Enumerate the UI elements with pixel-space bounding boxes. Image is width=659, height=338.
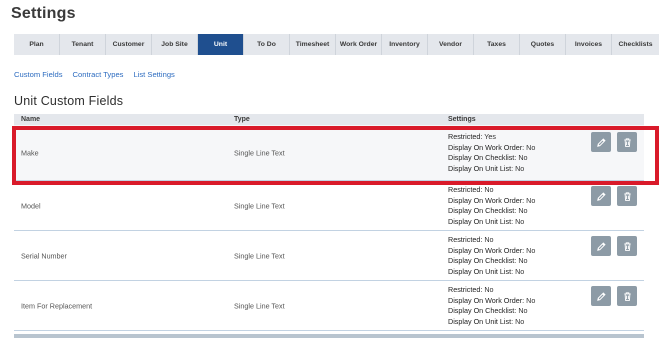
pencil-icon (596, 137, 606, 147)
tab-checklists[interactable]: Checklists (612, 34, 659, 55)
table-row: Make Single Line Text Restricted: Yes Di… (14, 125, 644, 181)
pencil-icon (596, 191, 606, 201)
work-order-label: Display On Work Order: (448, 142, 525, 152)
checklist-value: No (518, 306, 528, 316)
work-order-value: No (526, 245, 536, 255)
field-name: Make (21, 148, 39, 157)
subnav-custom-fields[interactable]: Custom Fields (14, 70, 63, 79)
field-type: Single Line Text (234, 201, 285, 210)
tab-invoices[interactable]: Invoices (566, 34, 612, 55)
restricted-value: No (484, 185, 494, 194)
subnav-contract-types[interactable]: Contract Types (73, 70, 124, 79)
field-name: Serial Number (21, 251, 67, 260)
edit-button[interactable] (591, 236, 611, 256)
work-order-label: Display On Work Order: (448, 195, 525, 205)
checklist-value: No (518, 256, 528, 266)
restricted-label: Restricted: (448, 285, 483, 294)
trash-icon (623, 137, 631, 147)
trash-icon (623, 291, 631, 301)
edit-button[interactable] (591, 132, 611, 152)
pencil-icon (596, 291, 606, 301)
next-row-edge (14, 334, 644, 338)
tab-vendor[interactable]: Vendor (428, 34, 474, 55)
delete-button[interactable] (617, 186, 637, 206)
tab-to-do[interactable]: To Do (244, 34, 290, 55)
field-type: Single Line Text (234, 301, 285, 310)
restricted-value: No (484, 235, 494, 244)
header-type: Type (234, 116, 250, 123)
checklist-label: Display On Checklist: (448, 153, 517, 163)
field-settings: Restricted: No Display On Work Order: No… (448, 185, 535, 227)
restricted-value: Yes (484, 132, 496, 141)
unit-list-value: No (515, 216, 525, 226)
subnav-list-settings[interactable]: List Settings (133, 70, 174, 79)
pencil-icon (596, 241, 606, 251)
unit-list-value: No (515, 316, 525, 326)
unit-list-value: No (515, 266, 525, 276)
restricted-label: Restricted: (448, 185, 483, 194)
work-order-value: No (526, 195, 536, 205)
work-order-label: Display On Work Order: (448, 295, 525, 305)
section-title: Unit Custom Fields (14, 94, 124, 108)
table-row: Item For Replacement Single Line Text Re… (14, 281, 644, 331)
edit-button[interactable] (591, 186, 611, 206)
field-type: Single Line Text (234, 148, 285, 157)
unit-list-label: Display On Unit List: (448, 316, 514, 326)
restricted-value: No (484, 285, 494, 294)
field-settings: Restricted: No Display On Work Order: No… (448, 235, 535, 277)
checklist-value: No (518, 153, 528, 163)
restricted-label: Restricted: (448, 132, 483, 141)
field-settings: Restricted: Yes Display On Work Order: N… (448, 132, 535, 174)
trash-icon (623, 191, 631, 201)
unit-list-label: Display On Unit List: (448, 266, 514, 276)
tab-taxes[interactable]: Taxes (474, 34, 520, 55)
table-row: Serial Number Single Line Text Restricte… (14, 231, 644, 281)
tab-plan[interactable]: Plan (14, 34, 60, 55)
trash-icon (623, 241, 631, 251)
checklist-label: Display On Checklist: (448, 306, 517, 316)
checklist-label: Display On Checklist: (448, 256, 517, 266)
field-name: Item For Replacement (21, 301, 93, 310)
restricted-label: Restricted: (448, 235, 483, 244)
custom-fields-table: Name Type Settings Make Single Line Text… (14, 114, 644, 331)
field-name: Model (21, 201, 41, 210)
tab-inventory[interactable]: Inventory (382, 34, 428, 55)
delete-button[interactable] (617, 236, 637, 256)
header-settings: Settings (448, 116, 476, 123)
edit-button[interactable] (591, 286, 611, 306)
settings-tabs: Plan Tenant Customer Job Site Unit To Do… (14, 34, 659, 55)
header-name: Name (21, 116, 41, 123)
work-order-value: No (526, 142, 536, 152)
tab-job-site[interactable]: Job Site (152, 34, 198, 55)
unit-list-label: Display On Unit List: (448, 216, 514, 226)
sub-navigation: Custom Fields Contract Types List Settin… (14, 70, 185, 79)
delete-button[interactable] (617, 286, 637, 306)
work-order-label: Display On Work Order: (448, 245, 525, 255)
tab-quotes[interactable]: Quotes (520, 34, 566, 55)
table-header: Name Type Settings (14, 114, 644, 125)
tab-work-order[interactable]: Work Order (336, 34, 382, 55)
field-settings: Restricted: No Display On Work Order: No… (448, 285, 535, 327)
checklist-value: No (518, 206, 528, 216)
delete-button[interactable] (617, 132, 637, 152)
tab-tenant[interactable]: Tenant (60, 34, 106, 55)
page-title: Settings (11, 5, 76, 22)
tab-unit[interactable]: Unit (198, 34, 244, 55)
unit-list-value: No (515, 163, 525, 173)
checklist-label: Display On Checklist: (448, 206, 517, 216)
field-type: Single Line Text (234, 251, 285, 260)
unit-list-label: Display On Unit List: (448, 163, 514, 173)
table-row: Model Single Line Text Restricted: No Di… (14, 181, 644, 231)
tab-timesheet[interactable]: Timesheet (290, 34, 336, 55)
work-order-value: No (526, 295, 536, 305)
tab-customer[interactable]: Customer (106, 34, 152, 55)
